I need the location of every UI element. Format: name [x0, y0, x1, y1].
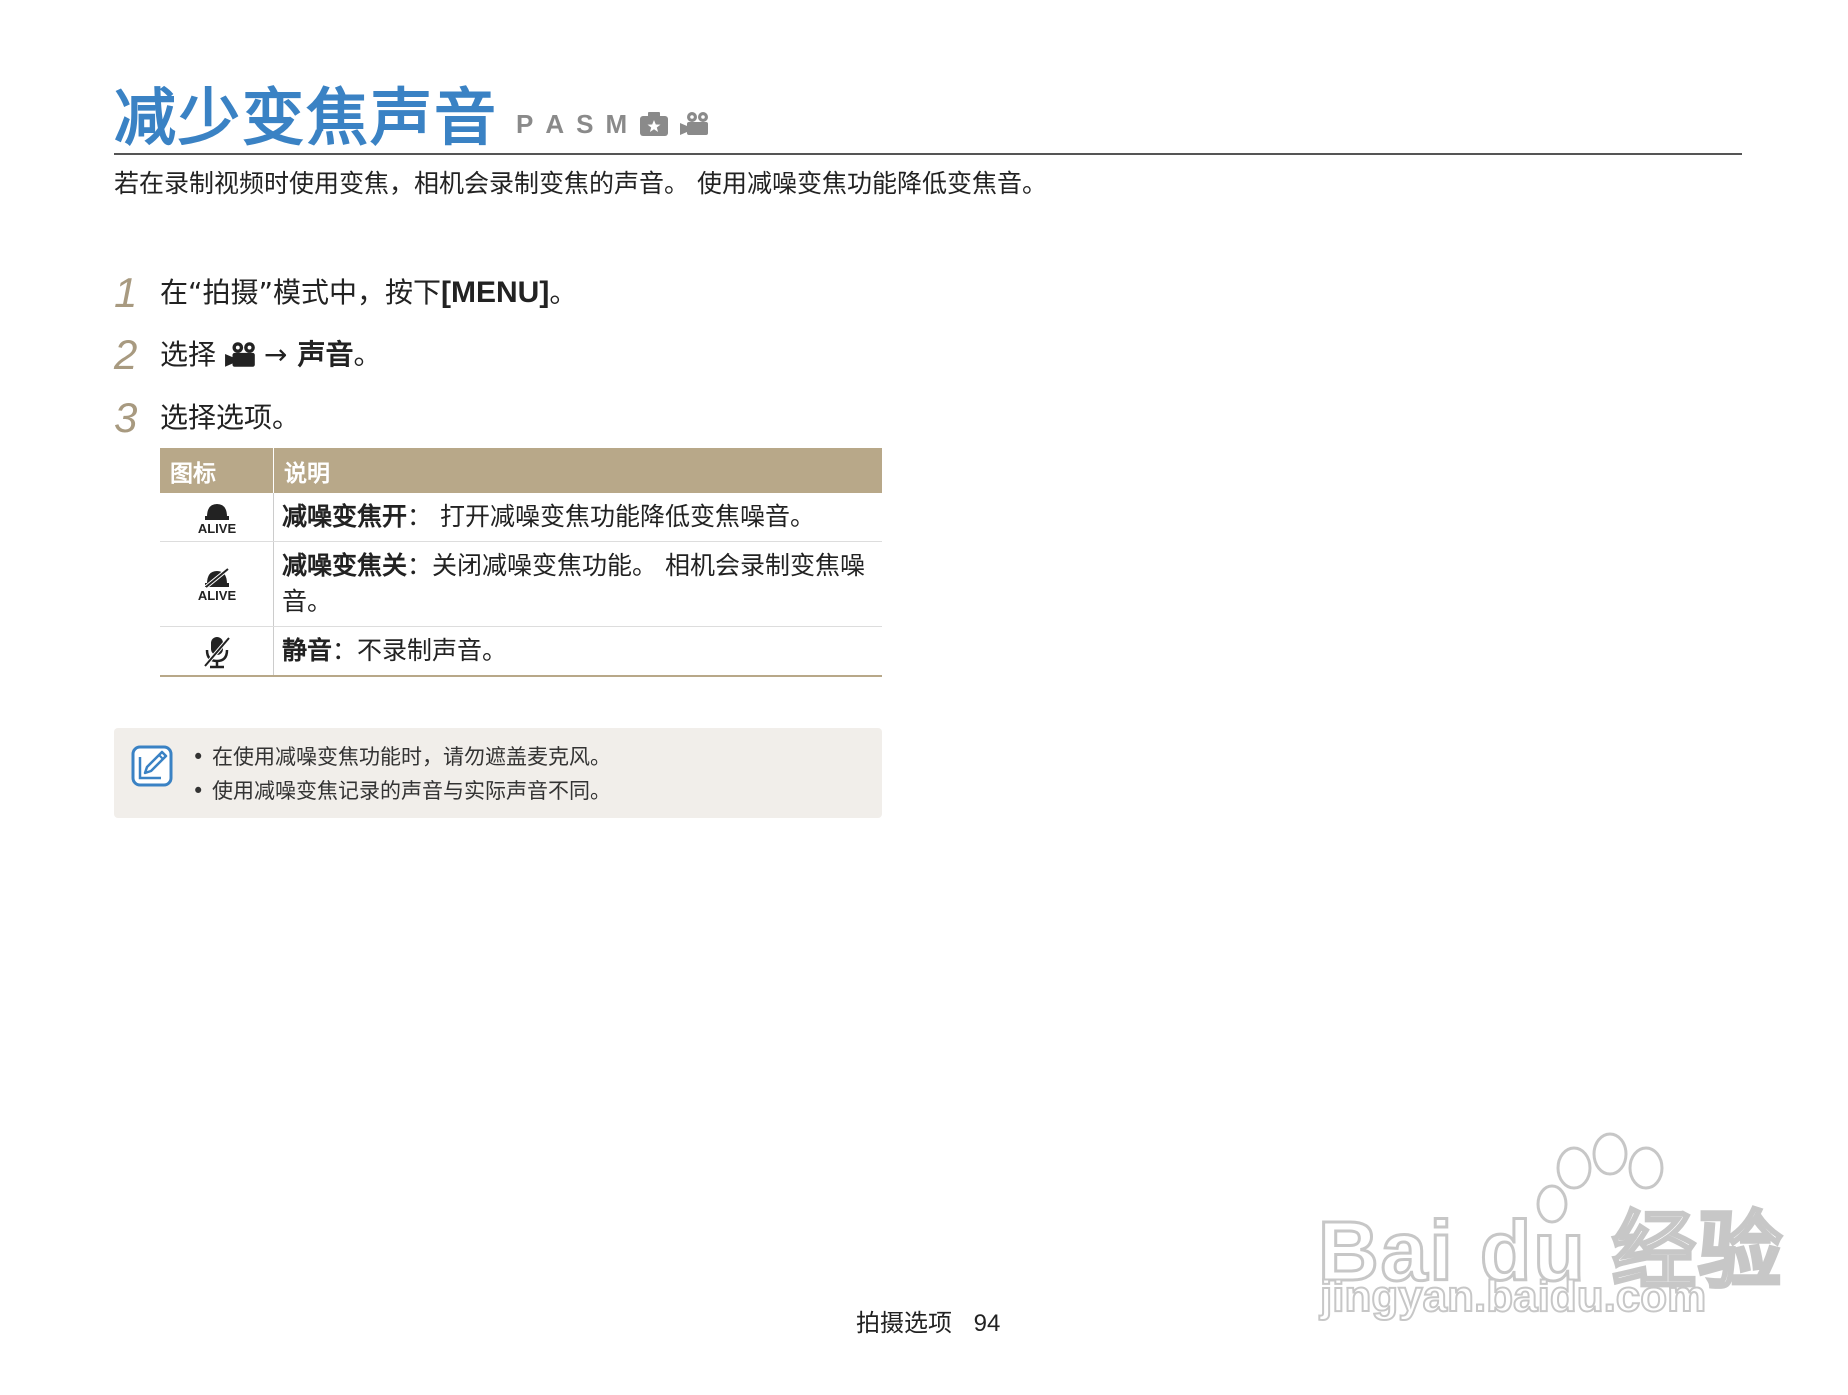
mode-s: S	[576, 108, 596, 139]
option-desc: ：不录制声音。	[332, 636, 508, 665]
table-row: ALIVE 减噪变焦关：关闭减噪变焦功能。 相机会录制变焦噪音。	[160, 541, 882, 627]
menu-key-label: [MENU]	[441, 276, 550, 309]
table-header-row: 图标 说明	[160, 448, 882, 493]
step-text-before: 选择	[160, 338, 217, 371]
step-text: 选择 → 声音 。	[160, 330, 382, 380]
watermark-url: jingyan.baidu.com	[1319, 1271, 1707, 1322]
footer-section: 拍摄选项	[856, 1309, 952, 1337]
options-table: 图标 说明 ALIVE 减噪变焦开： 打开减噪变焦功能降低变焦噪音。 ALIVE…	[160, 448, 882, 677]
page-footer: 拍摄选项 94	[856, 1306, 1000, 1341]
desc-cell: 减噪变焦开： 打开减噪变焦功能降低变焦噪音。	[273, 493, 882, 542]
baidu-watermark: Bai du 经验 jingyan.baidu.com	[1312, 1120, 1784, 1330]
table-row: 静音：不录制声音。	[160, 626, 882, 677]
header-desc-column: 说明	[273, 448, 882, 493]
svg-text:ALIVE: ALIVE	[197, 521, 236, 536]
sound-menu-label: 声音	[297, 338, 354, 371]
step-number: 3	[114, 394, 138, 441]
page-number: 94	[973, 1310, 1001, 1337]
step-text-after: 。	[549, 276, 578, 309]
mute-mic-icon	[200, 636, 234, 668]
mode-m: M	[605, 108, 630, 139]
note-pencil-icon	[130, 744, 174, 792]
icon-cell	[160, 626, 274, 677]
note-item: 在使用减噪变焦功能时，请勿遮盖麦克风。	[192, 740, 611, 774]
option-name: 静音	[282, 636, 333, 665]
scene-camera-icon	[639, 111, 669, 137]
alive-mic-on-icon: ALIVE	[192, 501, 242, 536]
movie-camera-icon	[679, 111, 711, 137]
step-1: 1 在“拍摄”模式中，按下 [MENU] 。	[114, 268, 577, 318]
page-title: 减少变焦声音	[114, 81, 499, 154]
step-text-before: 在“拍摄”模式中，按下	[160, 276, 442, 309]
note-item: 使用减噪变焦记录的声音与实际声音不同。	[192, 774, 611, 808]
table-row: ALIVE 减噪变焦开： 打开减噪变焦功能降低变焦噪音。	[160, 493, 882, 542]
note-list: 在使用减噪变焦功能时，请勿遮盖麦克风。 使用减噪变焦记录的声音与实际声音不同。	[192, 740, 611, 808]
step-text-after: 。	[353, 338, 382, 371]
option-name: 减噪变焦开	[282, 502, 408, 531]
header-icon-column: 图标	[160, 448, 274, 493]
icon-cell: ALIVE	[160, 493, 274, 542]
mode-p: P	[516, 108, 536, 139]
movie-camera-icon	[224, 341, 258, 369]
mode-a: A	[545, 108, 567, 139]
icon-cell: ALIVE	[160, 541, 274, 627]
shooting-mode-list: P A S M	[516, 104, 711, 144]
title-divider	[114, 153, 1742, 155]
step-number: 1	[114, 269, 138, 316]
arrow-glyph: →	[264, 338, 288, 371]
step-3: 3 选择选项。	[114, 393, 300, 443]
alive-mic-off-icon: ALIVE	[192, 567, 242, 603]
step-text: 在“拍摄”模式中，按下 [MENU] 。	[160, 268, 577, 318]
intro-text: 若在录制视频时使用变焦，相机会录制变焦的声音。 使用减噪变焦功能降低变焦音。	[114, 169, 1047, 198]
option-desc: ： 打开减噪变焦功能降低变焦噪音。	[407, 502, 815, 531]
step-2: 2 选择 → 声音 。	[114, 330, 382, 380]
step-text: 选择选项。	[160, 401, 301, 434]
step-number: 2	[114, 331, 138, 378]
option-name: 减噪变焦关	[282, 551, 408, 580]
desc-cell: 静音：不录制声音。	[273, 626, 882, 677]
page-header: 减少变焦声音 P A S M	[114, 82, 1742, 154]
note-box: 在使用减噪变焦功能时，请勿遮盖麦克风。 使用减噪变焦记录的声音与实际声音不同。	[114, 728, 882, 818]
svg-text:ALIVE: ALIVE	[197, 588, 236, 603]
desc-cell: 减噪变焦关：关闭减噪变焦功能。 相机会录制变焦噪音。	[273, 541, 882, 627]
